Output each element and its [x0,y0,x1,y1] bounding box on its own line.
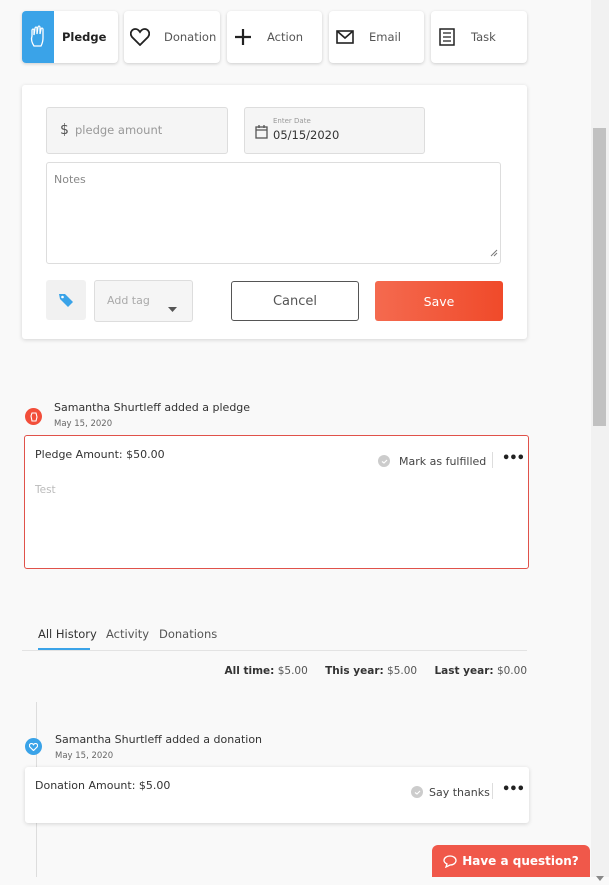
say-thanks-button[interactable]: Say thanks [429,786,490,799]
tab-all-history[interactable]: All History [38,627,97,641]
donation-event-title: Samantha Shurtleff added a donation [55,733,263,746]
checklist-icon [431,11,463,63]
donation-amount-text: Donation Amount: $5.00 [35,779,171,792]
pledge-event-date: May 15, 2020 [54,419,113,429]
add-tag-select[interactable]: Add tag [94,280,193,322]
scroll-down-arrow-icon[interactable] [596,866,604,885]
resize-handle-icon[interactable] [490,242,498,261]
tab-email[interactable]: Email [329,11,424,63]
date-value: 05/15/2020 [273,128,340,142]
heart-icon [124,11,156,63]
more-options-icon[interactable]: ••• [502,451,525,466]
more-options-icon[interactable]: ••• [502,782,525,797]
check-circle-icon [411,786,423,798]
tab-label: Action [267,30,304,44]
speech-bubble-icon [443,854,457,868]
hand-icon [22,11,54,63]
donation-event-icon [25,738,42,755]
tab-action[interactable]: Action [227,11,322,63]
mark-fulfilled-button[interactable]: Mark as fulfilled [399,455,486,468]
last-year-label: Last year: [434,665,494,677]
tab-task[interactable]: Task [431,11,527,63]
notes-placeholder: Notes [54,173,86,186]
save-button[interactable]: Save [375,281,503,321]
pledge-amount-input[interactable]: $ pledge amount [46,107,228,154]
chat-label: Have a question? [462,854,579,868]
pledge-amount-text: Pledge Amount: $50.00 [35,448,165,461]
tag-icon [46,280,86,320]
tabs-divider [22,650,527,651]
donation-event-date: May 15, 2020 [55,751,114,761]
divider [492,783,493,799]
divider [492,452,493,468]
envelope-icon [329,11,361,63]
donation-event-card: Donation Amount: $5.00 Say thanks ••• [25,767,529,823]
amount-placeholder: pledge amount [75,123,163,137]
date-input[interactable]: Enter Date 05/15/2020 [244,107,425,154]
dollar-sign: $ [60,122,69,138]
cancel-button[interactable]: Cancel [231,281,359,321]
plus-icon [227,11,259,63]
history-stats: All time: $5.00 This year: $5.00 Last ye… [225,665,528,677]
tab-donation[interactable]: Donation [124,11,220,63]
chat-widget-button[interactable]: Have a question? [432,845,590,877]
this-year-label: This year: [325,665,384,677]
pledge-event-card: Pledge Amount: $50.00 Mark as fulfilled … [24,435,529,569]
last-year-value: $0.00 [496,665,527,677]
tab-label: Pledge [62,30,107,44]
tag-placeholder: Add tag [107,294,150,307]
tab-donations[interactable]: Donations [159,627,217,641]
scrollbar-thumb[interactable] [593,128,606,426]
chevron-down-icon [168,298,177,317]
tab-label: Donation [164,30,217,44]
pledge-note: Test [35,484,56,496]
pledge-event-icon [25,408,42,425]
all-time-value: $5.00 [277,665,308,677]
check-circle-icon [378,455,390,467]
notes-textarea[interactable]: Notes [46,162,501,264]
all-time-label: All time: [224,665,275,677]
tab-label: Task [471,30,496,44]
calendar-icon [255,124,268,143]
this-year-value: $5.00 [387,665,418,677]
date-label: Enter Date [273,117,311,125]
pledge-event-title: Samantha Shurtleff added a pledge [54,401,251,414]
tab-pledge[interactable]: Pledge [22,11,118,63]
tab-label: Email [369,30,401,44]
tab-activity[interactable]: Activity [106,627,149,641]
